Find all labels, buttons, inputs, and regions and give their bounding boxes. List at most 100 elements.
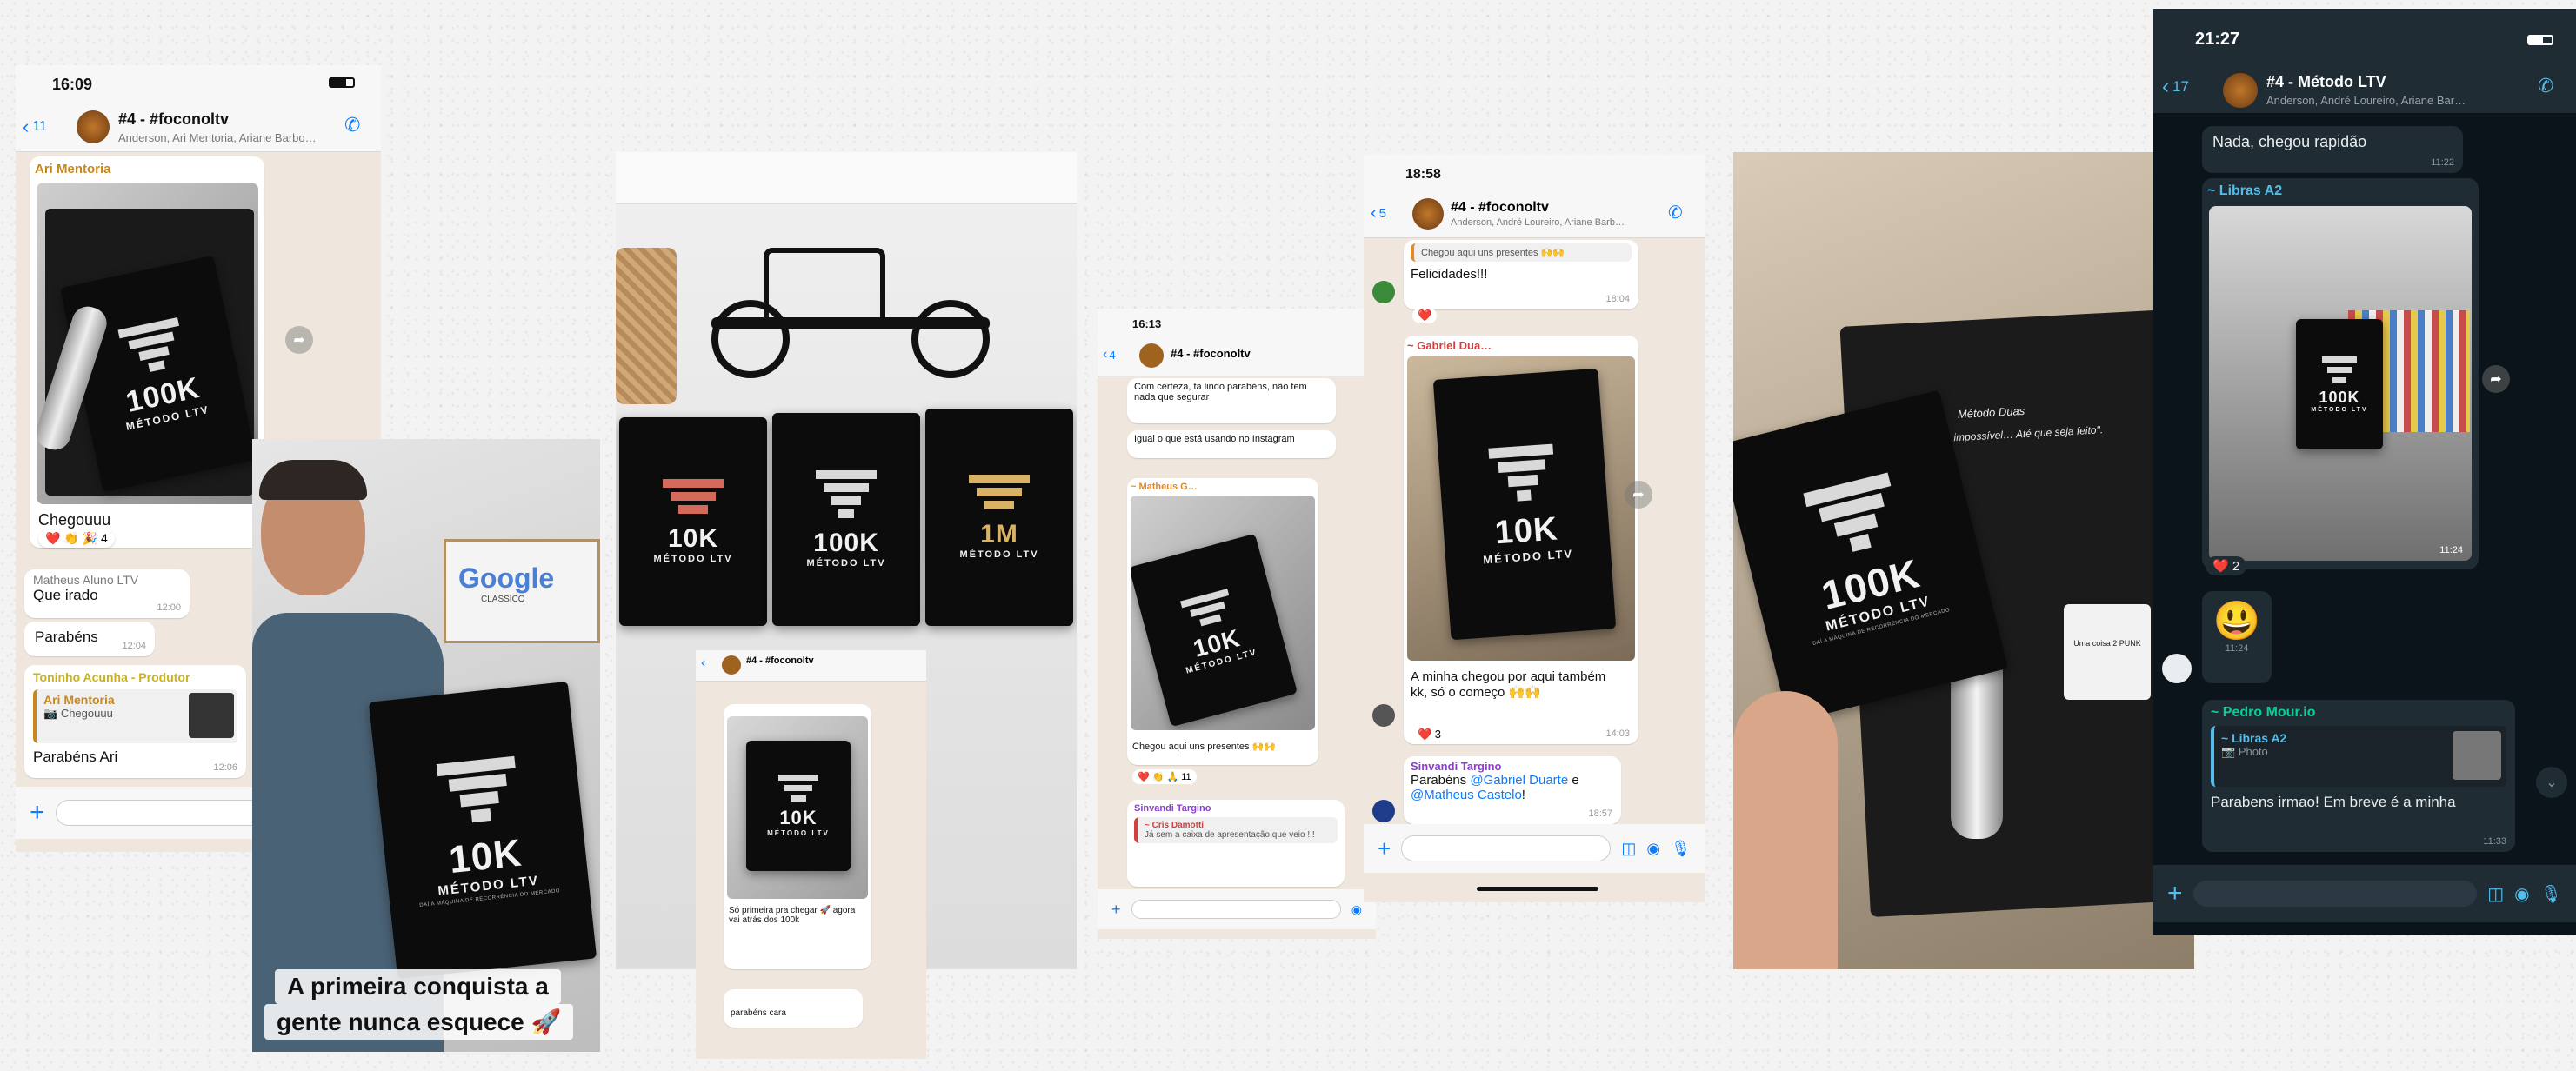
add-call-icon[interactable]: ✆ bbox=[1668, 202, 1683, 223]
quoted-message[interactable]: Ari Mentoria 📷 Chegouuu bbox=[33, 689, 237, 743]
sticker-icon[interactable]: ◫ bbox=[2487, 883, 2504, 905]
plus-icon[interactable]: + bbox=[1111, 901, 1121, 919]
chat-header: ‹ #4 - #foconoltv bbox=[696, 650, 926, 682]
scroll-down-button[interactable]: ⌄ bbox=[2536, 767, 2567, 798]
mic-icon[interactable]: 🎙 bbox=[2540, 883, 2562, 905]
forward-icon[interactable]: ➦ bbox=[2482, 365, 2510, 393]
sender-avatar[interactable] bbox=[1372, 800, 1395, 822]
back-button[interactable]: ‹ 4 bbox=[1103, 347, 1116, 363]
message-input-bar: + ◫ ◉ 🎙 bbox=[2153, 865, 2576, 922]
sign-sub: CLASSICO bbox=[481, 595, 525, 604]
group-title[interactable]: #4 - #foconoltv bbox=[118, 110, 229, 129]
quoted-thumbnail bbox=[189, 693, 234, 738]
reply-message[interactable]: Sinvandi Targino ~ Cris Damotti Já sem a… bbox=[1127, 800, 1345, 887]
back-button[interactable]: ‹ 5 bbox=[1371, 203, 1386, 223]
sender-avatar[interactable] bbox=[2162, 654, 2192, 683]
message-time: 14:03 bbox=[1605, 728, 1630, 739]
image-message[interactable]: Ari Mentoria 100K MÉTODO LTV Chegouuu bbox=[30, 156, 264, 548]
chat-header: 16:13 ‹ 4 #4 - #foconoltv bbox=[1098, 309, 1376, 376]
forward-icon[interactable]: ➦ bbox=[1625, 481, 1652, 509]
forward-icon[interactable]: ➦ bbox=[285, 326, 313, 354]
message-reaction[interactable]: ❤️ 3 bbox=[1412, 727, 1447, 742]
message-sender: Sinvandi Targino bbox=[1411, 760, 1502, 773]
message-text: Só primeira pra chegar 🚀 agora vai atrás… bbox=[729, 906, 856, 925]
sender-avatar[interactable] bbox=[1372, 281, 1395, 303]
reply-message[interactable]: Toninho Acunha - Produtor Ari Mentoria 📷… bbox=[24, 665, 246, 778]
message-text: Igual o que está usando no Instagram bbox=[1134, 434, 1295, 444]
text-message[interactable]: Parabéns 12:04 bbox=[24, 622, 155, 656]
message-input[interactable] bbox=[1401, 835, 1612, 861]
group-title[interactable]: #4 - #foconoltv bbox=[746, 655, 814, 666]
group-avatar[interactable] bbox=[1139, 343, 1164, 368]
mention[interactable]: @Matheus Castelo bbox=[1411, 788, 1522, 802]
message-photo[interactable]: 100K MÉTODO LTV 11:24 bbox=[2209, 206, 2472, 561]
camera-icon[interactable]: ◉ bbox=[1646, 840, 1660, 858]
message-input[interactable] bbox=[1131, 900, 1341, 919]
message-sender: Ari Mentoria bbox=[35, 162, 111, 176]
mic-icon[interactable]: 🎙 bbox=[1671, 840, 1691, 858]
message-reactions[interactable]: ❤️ 👏 🙏 11 bbox=[1132, 769, 1197, 784]
quoted-message[interactable]: ~ Cris Damotti Já sem a caixa de apresen… bbox=[1134, 817, 1338, 843]
home-indicator bbox=[1477, 887, 1598, 891]
plus-icon[interactable]: + bbox=[30, 798, 45, 828]
plaque-10k-wall: 10K MÉTODO LTV bbox=[619, 417, 767, 626]
message-sender: Sinvandi Targino bbox=[1134, 803, 1211, 814]
message-text: Parabens irmao! Em breve é a minha bbox=[2211, 794, 2456, 810]
group-avatar[interactable] bbox=[722, 655, 741, 675]
image-message[interactable]: ~ Matheus G… 10K MÉTODO LTV Chegou aqui … bbox=[1127, 478, 1318, 765]
text-message[interactable]: parabéns cara bbox=[724, 989, 863, 1028]
image-message[interactable]: ~ Libras A2 100K MÉTODO LTV 11:24 bbox=[2202, 178, 2479, 569]
battery-icon bbox=[2527, 35, 2553, 45]
message-input-bar: + ◫ ◉ 🎙 bbox=[1364, 824, 1705, 873]
message-photo[interactable]: 10K MÉTODO LTV bbox=[727, 716, 868, 899]
group-title[interactable]: #4 - #foconoltv bbox=[1451, 200, 1549, 216]
text-message[interactable]: Igual o que está usando no Instagram bbox=[1127, 430, 1336, 458]
text-message[interactable]: Sinvandi Targino Parabéns @Gabriel Duart… bbox=[1404, 756, 1621, 824]
plus-icon[interactable]: + bbox=[2167, 879, 2183, 908]
image-message[interactable]: 10K MÉTODO LTV Só primeira pra chegar 🚀 … bbox=[724, 704, 871, 969]
message-input-bar: + ◉ bbox=[1098, 889, 1376, 929]
camera-icon[interactable]: ◉ bbox=[2514, 883, 2529, 905]
back-button[interactable]: ‹ 17 bbox=[2162, 75, 2189, 99]
message-reaction[interactable]: ❤️ bbox=[1412, 308, 1438, 323]
image-message[interactable]: ~ Gabriel Dua… 10K MÉTODO LTV A minha ch… bbox=[1404, 336, 1638, 744]
status-time: 16:09 bbox=[52, 76, 93, 93]
message-time: 12:06 bbox=[213, 762, 237, 773]
photo-man-with-plaque: Google CLASSICO 10K MÉTODO LTV DAÍ A MÁQ… bbox=[252, 439, 600, 1052]
quoted-message[interactable]: ~ Libras A2 📷 Photo bbox=[2211, 726, 2506, 787]
group-title[interactable]: #4 - #foconoltv bbox=[1171, 347, 1251, 360]
message-sender: ~ Pedro Mour.io bbox=[2211, 705, 2316, 720]
message-time: 18:57 bbox=[1588, 808, 1612, 819]
text-message[interactable]: Matheus Aluno LTV Que irado 12:00 bbox=[24, 569, 190, 618]
message-photo[interactable]: 10K MÉTODO LTV bbox=[1131, 496, 1315, 730]
camera-icon[interactable]: ◉ bbox=[1351, 902, 1362, 917]
text-message[interactable]: Nada, chegou rapidão 11:22 bbox=[2202, 126, 2463, 173]
call-icon[interactable]: ✆ bbox=[344, 114, 360, 136]
mention[interactable]: @Gabriel Duarte bbox=[1470, 773, 1568, 788]
add-call-icon[interactable]: ✆ bbox=[2538, 75, 2553, 97]
message-text: Que irado bbox=[33, 587, 98, 603]
sender-avatar[interactable] bbox=[1372, 704, 1395, 727]
status-time: 18:58 bbox=[1405, 167, 1441, 182]
emoji-message[interactable]: 😃 11:24 bbox=[2202, 591, 2272, 683]
plus-icon[interactable]: + bbox=[1378, 835, 1391, 862]
message-photo[interactable]: 10K MÉTODO LTV bbox=[1407, 356, 1635, 661]
group-avatar[interactable] bbox=[2223, 73, 2258, 108]
message-input[interactable] bbox=[2192, 881, 2478, 907]
message-photo[interactable]: 100K MÉTODO LTV bbox=[37, 183, 258, 504]
message-text: Chegou aqui uns presentes 🙌🙌 bbox=[1132, 742, 1276, 752]
message-time: 11:24 bbox=[2225, 643, 2249, 654]
quoted-message[interactable]: Chegou aqui uns presentes 🙌🙌 bbox=[1411, 243, 1632, 262]
message-reactions[interactable]: ❤️ 2 bbox=[2206, 556, 2247, 575]
sticker-icon[interactable]: ◫ bbox=[1621, 840, 1636, 858]
group-avatar[interactable] bbox=[1412, 198, 1444, 230]
reply-message[interactable]: Chegou aqui uns presentes 🙌🙌 Felicidades… bbox=[1404, 240, 1638, 309]
back-icon[interactable]: ‹ bbox=[701, 655, 705, 671]
battery-icon bbox=[329, 77, 355, 88]
group-avatar[interactable] bbox=[77, 110, 110, 143]
text-message[interactable]: Com certeza, ta lindo parabéns, não tem … bbox=[1127, 378, 1336, 423]
message-reactions[interactable]: ❤️ 👏 🎉 4 bbox=[38, 529, 115, 548]
group-title[interactable]: #4 - Método LTV bbox=[2266, 73, 2386, 91]
back-button[interactable]: ‹ 11 bbox=[23, 116, 47, 138]
reply-message[interactable]: ~ Pedro Mour.io ~ Libras A2 📷 Photo Para… bbox=[2202, 700, 2515, 852]
